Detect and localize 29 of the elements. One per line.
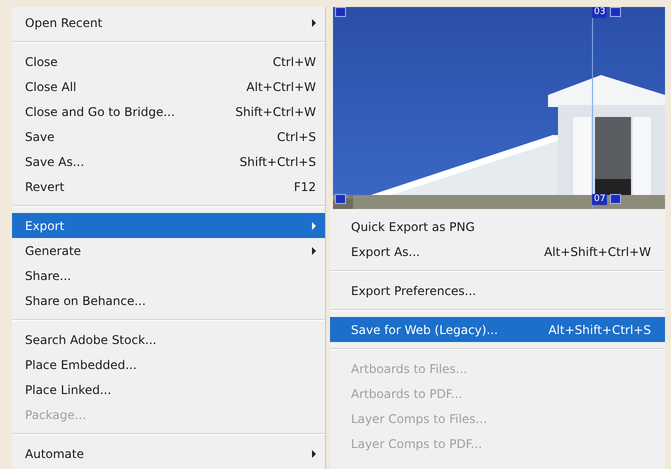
- menu-item[interactable]: Save Ctrl+S: [12, 124, 325, 149]
- submenu-arrow-icon: [312, 246, 316, 254]
- menu-item[interactable]: Save for Web (Legacy)... Alt+Shift+Ctrl+S: [330, 317, 665, 342]
- slice-icon: [610, 194, 622, 204]
- menu-item[interactable]: Search Adobe Stock...: [12, 327, 325, 352]
- menu-item[interactable]: Revert F12: [12, 174, 325, 199]
- slice-icon: [610, 7, 622, 17]
- menu-item[interactable]: Export As... Alt+Shift+Ctrl+W: [330, 239, 665, 264]
- menu-item[interactable]: Share on Behance...: [12, 288, 325, 313]
- slice-number: 03: [592, 7, 608, 18]
- menu-item[interactable]: Save As... Shift+Ctrl+S: [12, 149, 325, 174]
- submenu-arrow-icon: [312, 450, 316, 458]
- slice-number: 07: [592, 194, 608, 205]
- menu-item[interactable]: Close and Go to Bridge... Shift+Ctrl+W: [12, 99, 325, 124]
- menu-item[interactable]: Close All Alt+Ctrl+W: [12, 74, 325, 99]
- menu-item[interactable]: Generate: [12, 238, 325, 263]
- menu-item[interactable]: Close Ctrl+W: [12, 49, 325, 74]
- menu-item[interactable]: Export: [12, 213, 325, 238]
- menu-item[interactable]: Place Embedded...: [12, 352, 325, 377]
- menu-item[interactable]: Quick Export as PNG: [330, 214, 665, 239]
- slice-icon: [335, 7, 346, 17]
- submenu-arrow-icon: [312, 222, 316, 230]
- menu-item[interactable]: Open Recent: [12, 10, 325, 35]
- menu-item[interactable]: Automate: [12, 441, 325, 466]
- menu-item[interactable]: Share...: [12, 263, 325, 288]
- submenu-arrow-icon: [312, 18, 316, 26]
- slice-icon: [335, 194, 346, 204]
- menu-item[interactable]: Place Linked...: [12, 377, 325, 402]
- menu-item[interactable]: Export Preferences...: [330, 278, 665, 303]
